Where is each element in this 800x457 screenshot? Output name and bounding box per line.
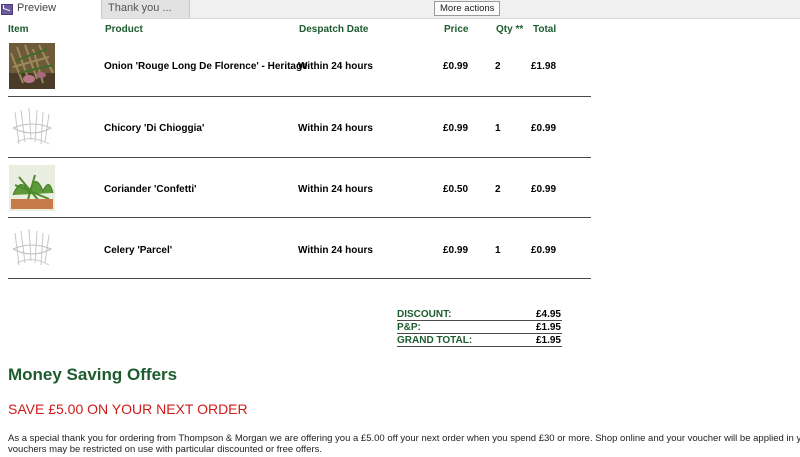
tab-preview[interactable]: Preview: [0, 0, 102, 19]
quantity: 1: [495, 123, 501, 134]
tab-preview-label: Preview: [17, 2, 57, 14]
quantity: 1: [495, 245, 501, 256]
mail-icon: [1, 4, 13, 15]
tab-thank-you[interactable]: Thank you ...: [102, 0, 190, 18]
despatch-date: Within 24 hours: [298, 61, 373, 72]
discount-value: £4.95: [535, 309, 561, 320]
despatch-date: Within 24 hours: [298, 123, 373, 134]
quantity: 2: [495, 184, 501, 195]
product-name: Celery 'Parcel': [104, 245, 173, 256]
header-item: Item: [8, 24, 29, 35]
header-product: Product: [105, 24, 143, 35]
product-name: Onion 'Rouge Long De Florence' - Heritag…: [104, 61, 308, 72]
line-total: £1.98: [531, 61, 557, 72]
row-divider: [8, 278, 591, 279]
despatch-date: Within 24 hours: [298, 245, 373, 256]
tab-thank-you-label: Thank you ...: [108, 2, 172, 14]
offers-heading: Money Saving Offers: [8, 365, 178, 384]
line-total: £0.99: [531, 184, 557, 195]
header-total: Total: [533, 24, 557, 35]
quantity: 2: [495, 61, 501, 72]
discount-label: DISCOUNT:: [397, 309, 452, 320]
table-row: Coriander 'Confetti' Within 24 hours £0.…: [8, 158, 591, 218]
price: £0.99: [443, 123, 469, 134]
more-actions-button[interactable]: More actions: [434, 1, 501, 16]
placeholder-image: [9, 225, 55, 271]
price: £0.99: [443, 245, 469, 256]
price: £0.99: [443, 61, 469, 72]
offer-paragraph-line: vouchers may be restricted on use with p…: [8, 444, 323, 455]
product-name: Coriander 'Confetti': [104, 184, 197, 195]
despatch-date: Within 24 hours: [298, 184, 373, 195]
tab-bar: Preview Thank you ... More actions: [0, 0, 800, 19]
onion-image: [9, 43, 55, 89]
product-name: Chicory 'Di Chioggia': [104, 123, 205, 134]
save-offer-heading: SAVE £5.00 ON YOUR NEXT ORDER: [8, 401, 248, 417]
offer-paragraph: As a special thank you for ordering from…: [8, 433, 800, 455]
totals-divider: [397, 333, 562, 334]
pp-value: £1.95: [535, 322, 561, 333]
table-row: Celery 'Parcel' Within 24 hours £0.99 1 …: [8, 218, 591, 278]
line-total: £0.99: [531, 123, 557, 134]
table-row: Onion 'Rouge Long De Florence' - Heritag…: [8, 36, 591, 96]
table-row: Chicory 'Di Chioggia' Within 24 hours £0…: [8, 97, 591, 157]
header-price: Price: [444, 24, 469, 35]
coriander-image: [9, 165, 55, 211]
line-total: £0.99: [531, 245, 557, 256]
totals-divider: [397, 320, 562, 321]
pp-label: P&P:: [397, 322, 421, 333]
grand-total-label: GRAND TOTAL:: [397, 335, 473, 346]
header-qty: Qty **: [496, 24, 524, 35]
header-despatch: Despatch Date: [299, 24, 369, 35]
offer-paragraph-line: As a special thank you for ordering from…: [8, 433, 800, 444]
totals-divider: [397, 346, 562, 347]
grand-total-value: £1.95: [535, 335, 561, 346]
placeholder-image: [9, 104, 55, 150]
price: £0.50: [443, 184, 469, 195]
